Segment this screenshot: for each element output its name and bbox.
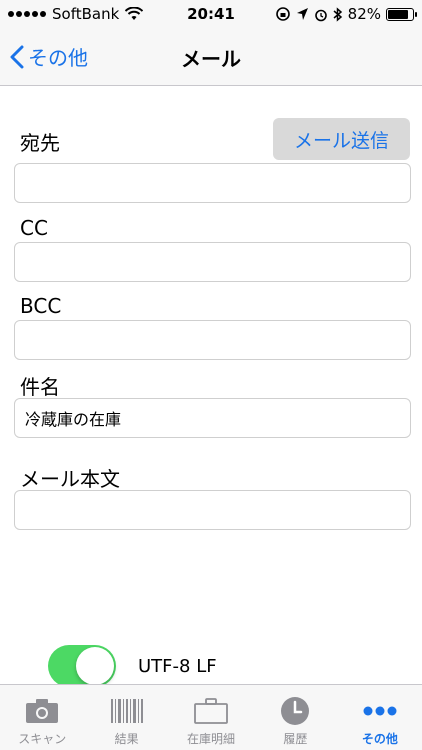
battery-percent: 82%: [347, 5, 381, 23]
encoding-toggle[interactable]: [48, 645, 116, 687]
body-label: メール本文: [20, 467, 120, 491]
subject-input[interactable]: [14, 398, 411, 438]
tab-scan[interactable]: スキャン: [0, 685, 84, 750]
tab-bar: スキャン 結果 在庫明細 履歴 その他: [0, 684, 422, 750]
body-input[interactable]: [14, 490, 411, 530]
bluetooth-icon: [333, 6, 342, 22]
more-icon: [363, 706, 397, 716]
tab-inventory-label: 在庫明細: [187, 732, 236, 746]
location-icon: [296, 8, 308, 20]
status-bar: SoftBank 20:41 82%: [0, 0, 422, 28]
tab-more[interactable]: その他: [338, 685, 422, 750]
status-right: 82%: [275, 5, 417, 23]
battery-icon: [386, 7, 417, 21]
clock-icon: [281, 697, 310, 725]
tab-results[interactable]: 結果: [84, 685, 168, 750]
to-input[interactable]: [14, 163, 411, 203]
barcode-icon: [110, 699, 143, 723]
tab-results-label: 結果: [114, 732, 139, 746]
bcc-input[interactable]: [14, 320, 411, 360]
briefcase-icon: [194, 698, 228, 724]
toggle-knob: [76, 647, 114, 685]
battery-fill: [388, 9, 408, 19]
to-label: 宛先: [20, 131, 60, 155]
bcc-label: BCC: [20, 294, 62, 318]
tab-inventory[interactable]: 在庫明細: [169, 685, 253, 750]
alarm-icon: [314, 9, 327, 21]
subject-label: 件名: [20, 375, 60, 399]
tab-scan-label: スキャン: [18, 732, 67, 746]
navigation-bar: その他 メール: [0, 28, 422, 86]
tab-history-label: 履歴: [283, 732, 308, 746]
cc-label: CC: [20, 216, 48, 240]
encoding-label: UTF-8 LF: [138, 656, 217, 677]
tab-more-label: その他: [361, 732, 398, 746]
page-title: メール: [181, 47, 241, 71]
cc-input[interactable]: [14, 242, 411, 282]
tab-history[interactable]: 履歴: [253, 685, 337, 750]
send-mail-button[interactable]: メール送信: [273, 118, 410, 160]
rotation-lock-icon: [275, 7, 290, 21]
camera-icon: [26, 699, 59, 723]
